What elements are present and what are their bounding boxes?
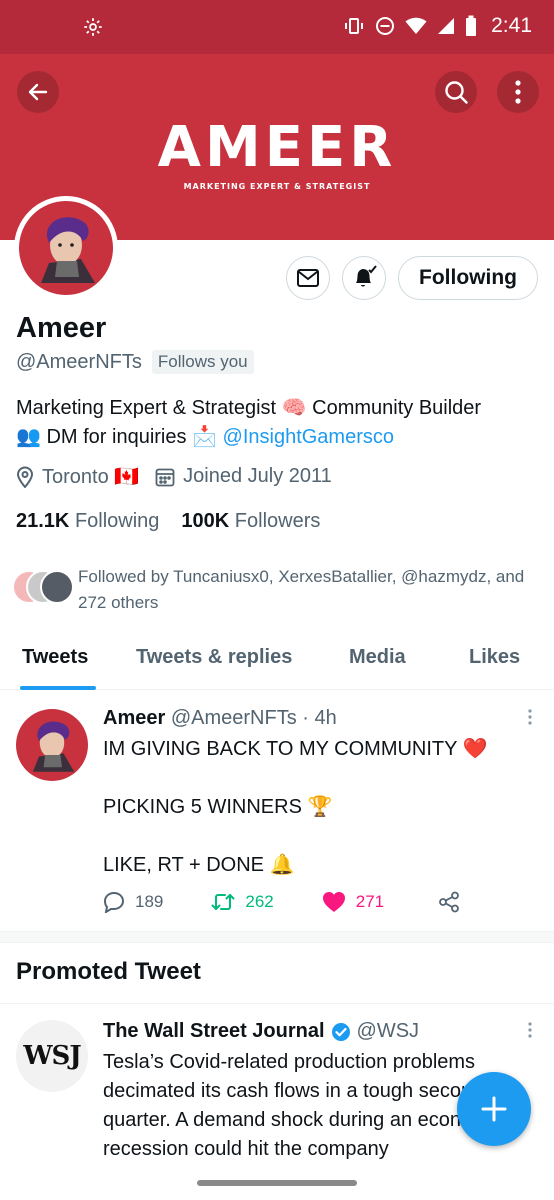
mutual-avatar <box>40 570 74 604</box>
cell-signal-icon <box>438 18 455 34</box>
tab-media[interactable]: Media <box>349 646 406 669</box>
profile-location: Toronto 🇨🇦 <box>42 466 140 488</box>
more-vertical-icon <box>515 80 521 104</box>
banner-tagline: MARKETING EXPERT & STRATEGIST <box>183 182 371 191</box>
status-bar: 2:41 <box>0 0 554 54</box>
do-not-disturb-icon <box>376 17 395 35</box>
following-count: 21.1K <box>16 510 70 532</box>
profile-meta: Toronto 🇨🇦 Joined July 2011 <box>16 464 340 489</box>
promoted-tweet-header: The Wall Street Journal @WSJ <box>103 1020 419 1043</box>
more-vertical-icon <box>528 709 532 725</box>
envelope-icon <box>297 269 320 287</box>
followers-label: Followers <box>234 510 321 532</box>
profile-tabs: Tweets Tweets & replies Media Likes <box>0 630 554 690</box>
message-button[interactable] <box>286 256 331 300</box>
back-button[interactable] <box>17 71 59 113</box>
section-divider <box>0 931 554 943</box>
battery-icon <box>466 15 477 36</box>
tweet-header: Ameer @AmeerNFTs · 4h <box>103 707 337 730</box>
profile-stats: 21.1K Following 100K Followers <box>16 510 320 533</box>
handle-row: @AmeerNFTs Follows you <box>16 350 254 374</box>
tweet-card[interactable]: Ameer @AmeerNFTs · 4h IM GIVING BACK TO … <box>0 691 554 931</box>
promoted-more-button[interactable] <box>528 1022 532 1043</box>
like-count: 271 <box>355 892 385 911</box>
retweet-button[interactable]: 262 <box>211 892 274 912</box>
tweet-more-button[interactable] <box>528 709 532 730</box>
more-options-button[interactable] <box>497 71 539 113</box>
avatar-illustration-icon <box>16 709 88 781</box>
active-tab-indicator <box>20 686 96 690</box>
followers-count: 100K <box>181 510 230 532</box>
tweet-actions: 189 262 271 <box>103 891 483 913</box>
tweet-line: PICKING 5 WINNERS 🏆 <box>103 796 333 818</box>
tweet-body: IM GIVING BACK TO MY COMMUNITY ❤️ PICKIN… <box>103 735 533 909</box>
search-button[interactable] <box>435 71 477 113</box>
followers-stat[interactable]: 100K Followers <box>181 510 320 533</box>
bell-check-icon <box>356 265 377 287</box>
share-button[interactable] <box>438 891 460 913</box>
plus-icon <box>481 1096 507 1122</box>
promoted-author: The Wall Street Journal <box>103 1020 325 1042</box>
banner-brand-text: AMEER <box>157 115 397 180</box>
tweet-line: LIKE, RT + DONE 🔔 <box>103 854 295 876</box>
wifi-icon <box>405 17 427 34</box>
profile-avatar[interactable] <box>14 196 118 300</box>
share-icon <box>439 891 460 913</box>
verified-badge-icon <box>331 1022 350 1041</box>
profile-name: Ameer <box>16 312 107 344</box>
promoted-tweet-heading: Promoted Tweet <box>16 958 201 985</box>
following-stat[interactable]: 21.1K Following <box>16 510 159 533</box>
tweet-avatar[interactable] <box>16 709 88 781</box>
search-icon <box>445 81 468 104</box>
follows-you-badge: Follows you <box>151 350 254 374</box>
following-label: Following <box>74 510 160 532</box>
profile-handle: @AmeerNFTs <box>16 350 142 373</box>
location-pin-icon <box>16 466 34 488</box>
more-vertical-icon <box>528 1022 532 1038</box>
reply-icon <box>103 891 125 913</box>
compose-tweet-button[interactable] <box>457 1072 531 1146</box>
calendar-icon <box>155 468 175 486</box>
retweet-count: 262 <box>245 892 274 911</box>
profile-joined-date: Joined July 2011 <box>183 465 332 487</box>
like-button[interactable]: 271 <box>322 891 384 913</box>
followed-by-text: Followed by Tuncaniusx0, XerxesBatallier… <box>78 567 525 612</box>
promoted-handle: @WSJ <box>356 1020 420 1042</box>
bio-line-2: 👥 DM for inquiries 📩 @InsightGamersco <box>16 423 546 452</box>
tab-tweets-and-replies[interactable]: Tweets & replies <box>136 646 292 669</box>
avatar-illustration-icon <box>19 201 113 295</box>
reply-button[interactable]: 189 <box>103 891 163 913</box>
mutual-avatars <box>12 570 78 606</box>
retweet-icon <box>211 894 235 910</box>
reply-count: 189 <box>135 892 164 911</box>
notifications-button[interactable] <box>342 256 387 300</box>
tweet-line: IM GIVING BACK TO MY COMMUNITY ❤️ <box>103 738 488 760</box>
wsj-avatar[interactable]: WSJ <box>16 1020 88 1092</box>
heart-filled-icon <box>322 892 345 912</box>
tab-likes[interactable]: Likes <box>469 646 520 669</box>
tweet-handle-time: @AmeerNFTs · 4h <box>170 707 337 729</box>
followed-by-row[interactable]: Followed by Tuncaniusx0, XerxesBatallier… <box>12 564 538 616</box>
bio-line-2-text: 👥 DM for inquiries 📩 <box>16 426 223 448</box>
profile-bio: Marketing Expert & Strategist 🧠 Communit… <box>16 394 546 452</box>
back-arrow-icon <box>28 83 48 101</box>
tab-tweets[interactable]: Tweets <box>22 646 88 669</box>
tweet-author: Ameer <box>103 707 166 729</box>
profile-actions: Following <box>286 256 538 300</box>
vibrate-icon <box>345 18 364 34</box>
bio-mention-link[interactable]: @InsightGamersco <box>223 426 394 448</box>
settings-gear-icon <box>84 18 102 36</box>
following-button[interactable]: Following <box>398 256 538 300</box>
clock-time: 2:41 <box>491 14 532 37</box>
bio-line-1: Marketing Expert & Strategist 🧠 Communit… <box>16 397 482 419</box>
gesture-nav-bar[interactable] <box>197 1180 357 1186</box>
